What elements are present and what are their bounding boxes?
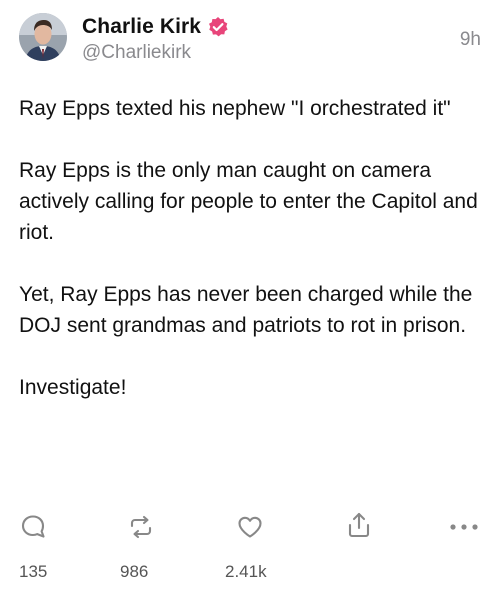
repost-count: 986 bbox=[120, 562, 149, 581]
like-count: 2.41k bbox=[225, 562, 267, 581]
author-display-name[interactable]: Charlie Kirk bbox=[82, 15, 201, 39]
heart-icon bbox=[235, 512, 265, 542]
user-avatar-icon bbox=[19, 13, 67, 61]
avatar[interactable] bbox=[19, 13, 67, 61]
share-button[interactable] bbox=[340, 512, 380, 592]
verified-badge-icon bbox=[207, 16, 229, 38]
share-icon bbox=[344, 510, 374, 540]
repost-icon bbox=[126, 512, 156, 542]
author-name-row: Charlie Kirk bbox=[82, 13, 229, 41]
author-handle[interactable]: @Charliekirk bbox=[82, 42, 191, 64]
post: Charlie Kirk @Charliekirk 9h Ray Epps te… bbox=[0, 0, 500, 596]
post-timestamp: 9h bbox=[459, 29, 481, 50]
post-paragraph: Ray Epps is the only man caught on camer… bbox=[19, 159, 478, 244]
post-paragraph: Ray Epps texted his nephew "I orchestrat… bbox=[19, 97, 451, 120]
like-button[interactable]: 2.41k bbox=[225, 512, 295, 592]
reply-bubble-icon bbox=[19, 512, 49, 542]
reply-button[interactable]: 135 bbox=[19, 512, 79, 592]
reply-count: 135 bbox=[19, 562, 48, 581]
post-body: Ray Epps texted his nephew "I orchestrat… bbox=[19, 93, 481, 403]
repost-button[interactable]: 986 bbox=[120, 512, 180, 592]
more-options-button[interactable] bbox=[447, 512, 487, 592]
more-dots-icon bbox=[447, 514, 478, 544]
post-paragraph: Investigate! bbox=[19, 376, 127, 399]
post-paragraph: Yet, Ray Epps has never been charged whi… bbox=[19, 283, 473, 337]
